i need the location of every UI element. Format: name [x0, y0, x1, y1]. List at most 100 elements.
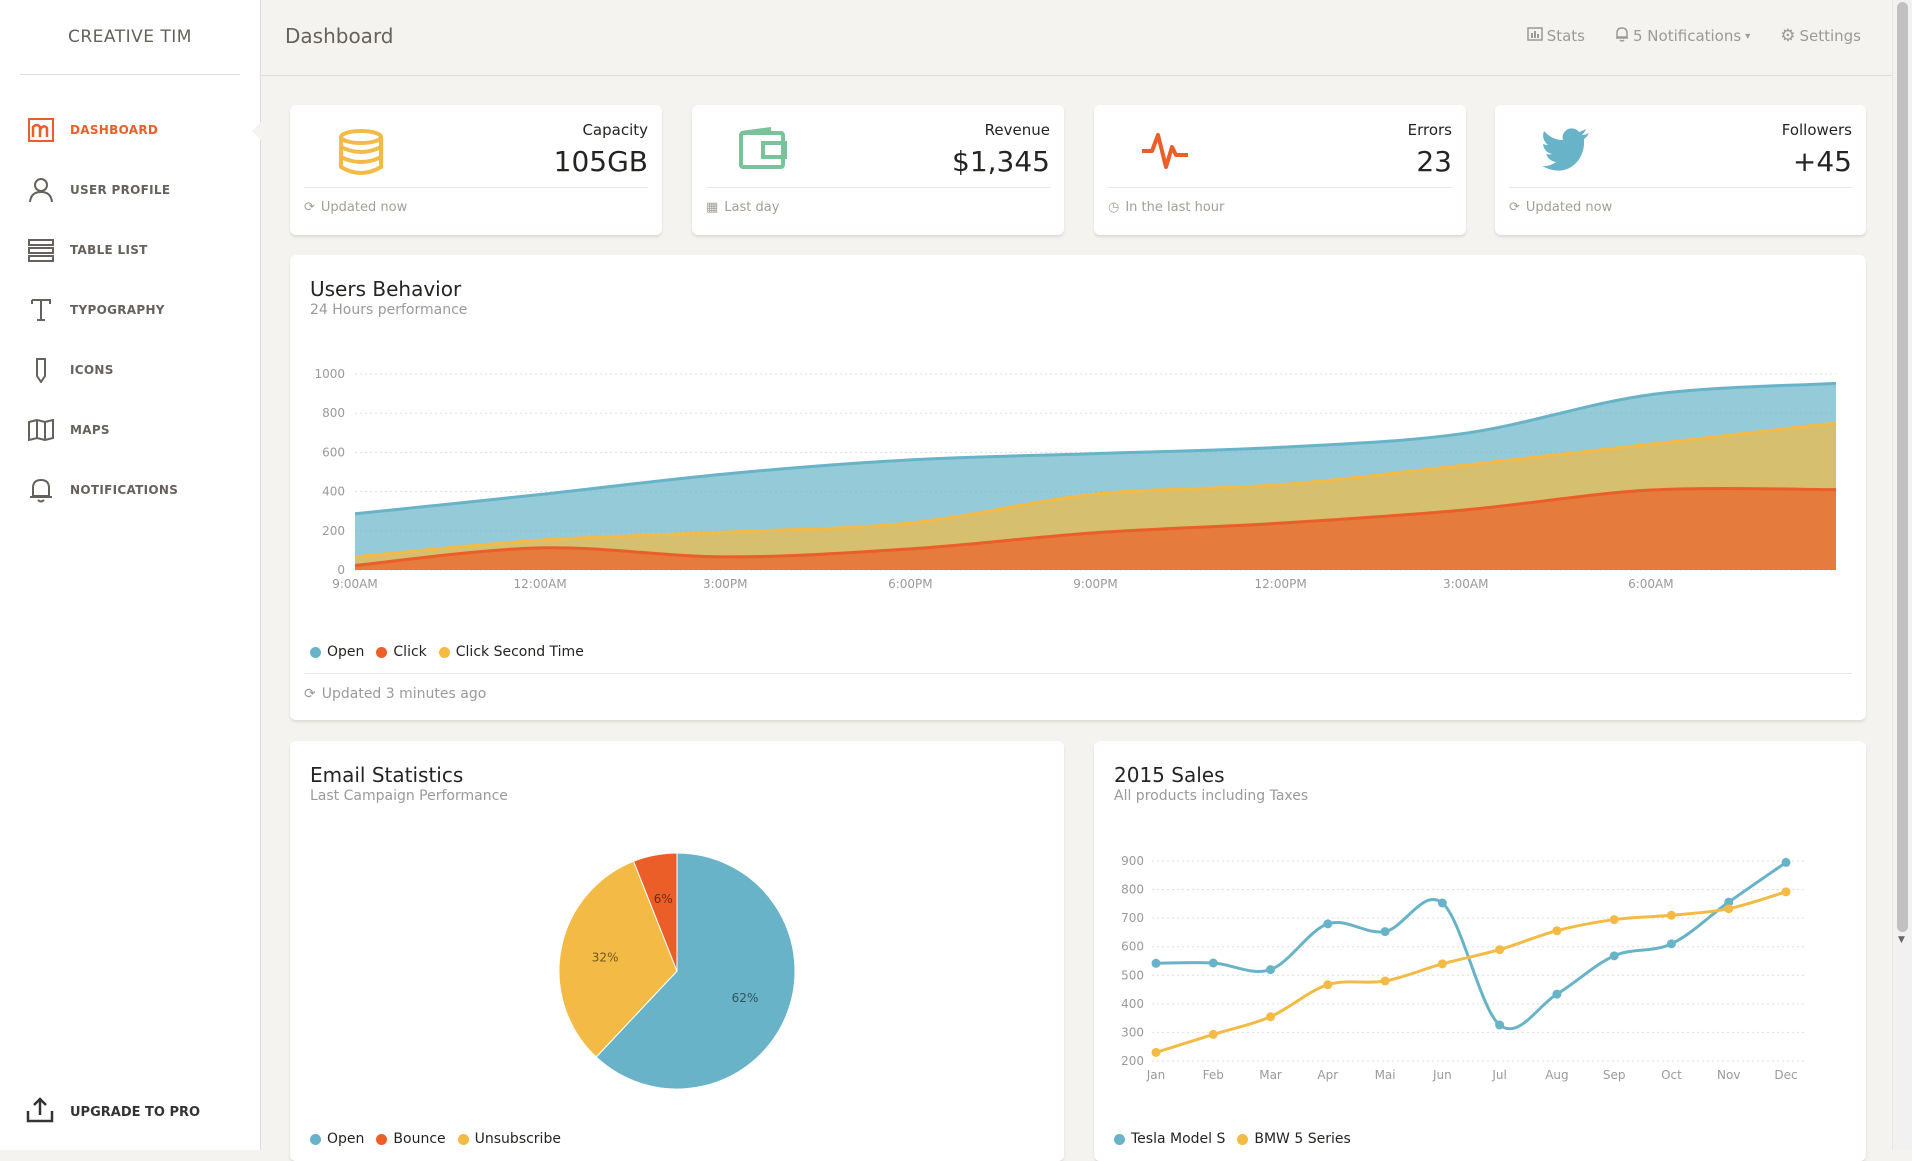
- y-tick-label: 400: [1121, 997, 1144, 1011]
- clock-icon: ◷: [1108, 200, 1120, 215]
- data-point: [1437, 959, 1447, 969]
- stat-category: Capacity: [582, 121, 648, 139]
- y-tick-label: 900: [1121, 854, 1144, 868]
- notifications-label: 5 Notifications: [1632, 27, 1742, 45]
- x-tick-label: Mar: [1259, 1068, 1282, 1082]
- data-point: [1380, 976, 1390, 986]
- x-tick-label: 3:00AM: [1443, 577, 1489, 591]
- scroll-down-arrow-icon[interactable]: ▼: [1898, 935, 1905, 945]
- email-statistics-card: Email Statistics Last Campaign Performan…: [290, 741, 1064, 1161]
- chart-subtitle: All products including Taxes: [1114, 788, 1309, 804]
- dashboard-icon: [26, 115, 56, 145]
- chart-icon: [1526, 27, 1543, 45]
- revenue-card: Revenue $1,345 ▦ Last day: [692, 105, 1064, 235]
- y-tick-label: 200: [1121, 1054, 1144, 1068]
- stat-footer-text: Updated now: [320, 200, 408, 215]
- x-tick-label: 12:00PM: [1255, 577, 1307, 591]
- brand-logo[interactable]: CREATIVE TIM: [20, 0, 240, 75]
- chart-legend: Open Click Click Second Time: [310, 644, 584, 660]
- x-tick-label: Jan: [1146, 1068, 1166, 1082]
- x-tick-label: Sep: [1603, 1068, 1626, 1082]
- line-tesla-model-s: [1155, 861, 1787, 1031]
- upgrade-label: UPGRADE TO PRO: [70, 1104, 201, 1120]
- legend-item-click-second-time: Click Second Time: [438, 644, 584, 660]
- data-point: [1609, 951, 1619, 961]
- y-tick-label: 800: [1121, 883, 1144, 897]
- sales-card: 2015 Sales All products including Taxes …: [1094, 741, 1866, 1161]
- sidebar: CREATIVE TIM DASHBOARD USER PROFILE TABL…: [0, 0, 261, 1150]
- scrollbar-thumb[interactable]: [1897, 2, 1908, 932]
- legend-item-bmw-5-series: BMW 5 Series: [1237, 1131, 1351, 1147]
- data-point: [1323, 919, 1333, 929]
- sidebar-item-user-profile[interactable]: USER PROFILE: [0, 170, 260, 210]
- x-tick-label: Feb: [1203, 1068, 1224, 1082]
- pie-label: 6%: [654, 892, 673, 906]
- sidebar-item-label: TABLE LIST: [70, 243, 148, 257]
- stat-footer: ◷ In the last hour: [1108, 200, 1224, 215]
- pulse-icon: [1140, 127, 1190, 177]
- sidebar-item-typography[interactable]: TYPOGRAPHY: [0, 290, 260, 330]
- data-point: [1437, 898, 1447, 908]
- data-point: [1323, 980, 1333, 990]
- sidebar-item-label: NOTIFICATIONS: [70, 483, 179, 497]
- gear-icon: ⚙: [1780, 26, 1796, 46]
- x-tick-label: 9:00PM: [1073, 577, 1118, 591]
- x-tick-label: 3:00PM: [703, 577, 748, 591]
- data-point: [1495, 945, 1505, 955]
- page-scrollbar[interactable]: ▼: [1892, 0, 1912, 1150]
- data-point: [1552, 926, 1562, 936]
- sidebar-item-label: DASHBOARD: [70, 123, 159, 137]
- stat-category: Followers: [1781, 121, 1852, 139]
- sidebar-item-table-list[interactable]: TABLE LIST: [0, 230, 260, 270]
- wallet-icon: [738, 127, 788, 175]
- server-icon: [336, 127, 386, 181]
- refresh-icon: ⟳: [1509, 200, 1520, 215]
- data-point: [1266, 1012, 1276, 1022]
- page-title: Dashboard: [285, 24, 394, 48]
- upgrade-to-pro-button[interactable]: UPGRADE TO PRO: [0, 1092, 260, 1132]
- caret-down-icon: ▾: [1745, 30, 1751, 42]
- stat-category: Errors: [1407, 121, 1452, 139]
- settings-link[interactable]: ⚙ Settings: [1780, 26, 1861, 46]
- data-point: [1151, 958, 1161, 968]
- email-statistics-chart: 62% 32% 6%: [558, 852, 796, 1090]
- text-icon: [26, 295, 56, 325]
- x-tick-label: 6:00PM: [888, 577, 933, 591]
- y-tick-label: 600: [1121, 940, 1144, 954]
- stat-footer-text: Updated now: [1525, 200, 1613, 215]
- top-navbar: Dashboard Stats 5 Notifications ▾ ⚙ Sett…: [261, 0, 1893, 76]
- errors-card: Errors 23 ◷ In the last hour: [1094, 105, 1466, 235]
- sidebar-item-icons[interactable]: ICONS: [0, 350, 260, 390]
- x-tick-label: Jun: [1432, 1068, 1452, 1082]
- sidebar-item-maps[interactable]: MAPS: [0, 410, 260, 450]
- stat-value: +45: [1792, 145, 1852, 178]
- data-point: [1666, 910, 1676, 920]
- refresh-icon: ⟳: [304, 200, 315, 215]
- chart-subtitle: Last Campaign Performance: [310, 788, 508, 804]
- stats-link[interactable]: Stats: [1526, 26, 1585, 46]
- sidebar-item-dashboard[interactable]: DASHBOARD: [0, 110, 261, 150]
- y-tick-label: 800: [322, 406, 345, 420]
- data-point: [1151, 1047, 1161, 1057]
- x-tick-label: Apr: [1317, 1068, 1338, 1082]
- chart-title: Users Behavior: [310, 277, 462, 301]
- sidebar-item-notifications[interactable]: NOTIFICATIONS: [0, 470, 260, 510]
- chart-footer-text: Updated 3 minutes ago: [321, 686, 487, 702]
- notifications-dropdown[interactable]: 5 Notifications ▾: [1615, 26, 1750, 46]
- data-point: [1609, 915, 1619, 925]
- stat-footer: ⟳ Updated now: [304, 200, 407, 215]
- data-point: [1724, 904, 1734, 914]
- user-icon: [26, 175, 56, 205]
- x-tick-label: Oct: [1661, 1068, 1682, 1082]
- data-point: [1666, 939, 1676, 949]
- sidebar-item-label: USER PROFILE: [70, 183, 171, 197]
- stat-footer-text: Last day: [724, 200, 780, 215]
- stat-value: $1,345: [952, 145, 1050, 178]
- data-point: [1380, 927, 1390, 937]
- stat-value: 105GB: [553, 145, 648, 178]
- stat-footer: ▦ Last day: [706, 200, 779, 215]
- stat-footer-text: In the last hour: [1125, 200, 1225, 215]
- sidebar-item-label: MAPS: [70, 423, 110, 437]
- data-point: [1266, 965, 1276, 975]
- upload-icon: [26, 1097, 54, 1127]
